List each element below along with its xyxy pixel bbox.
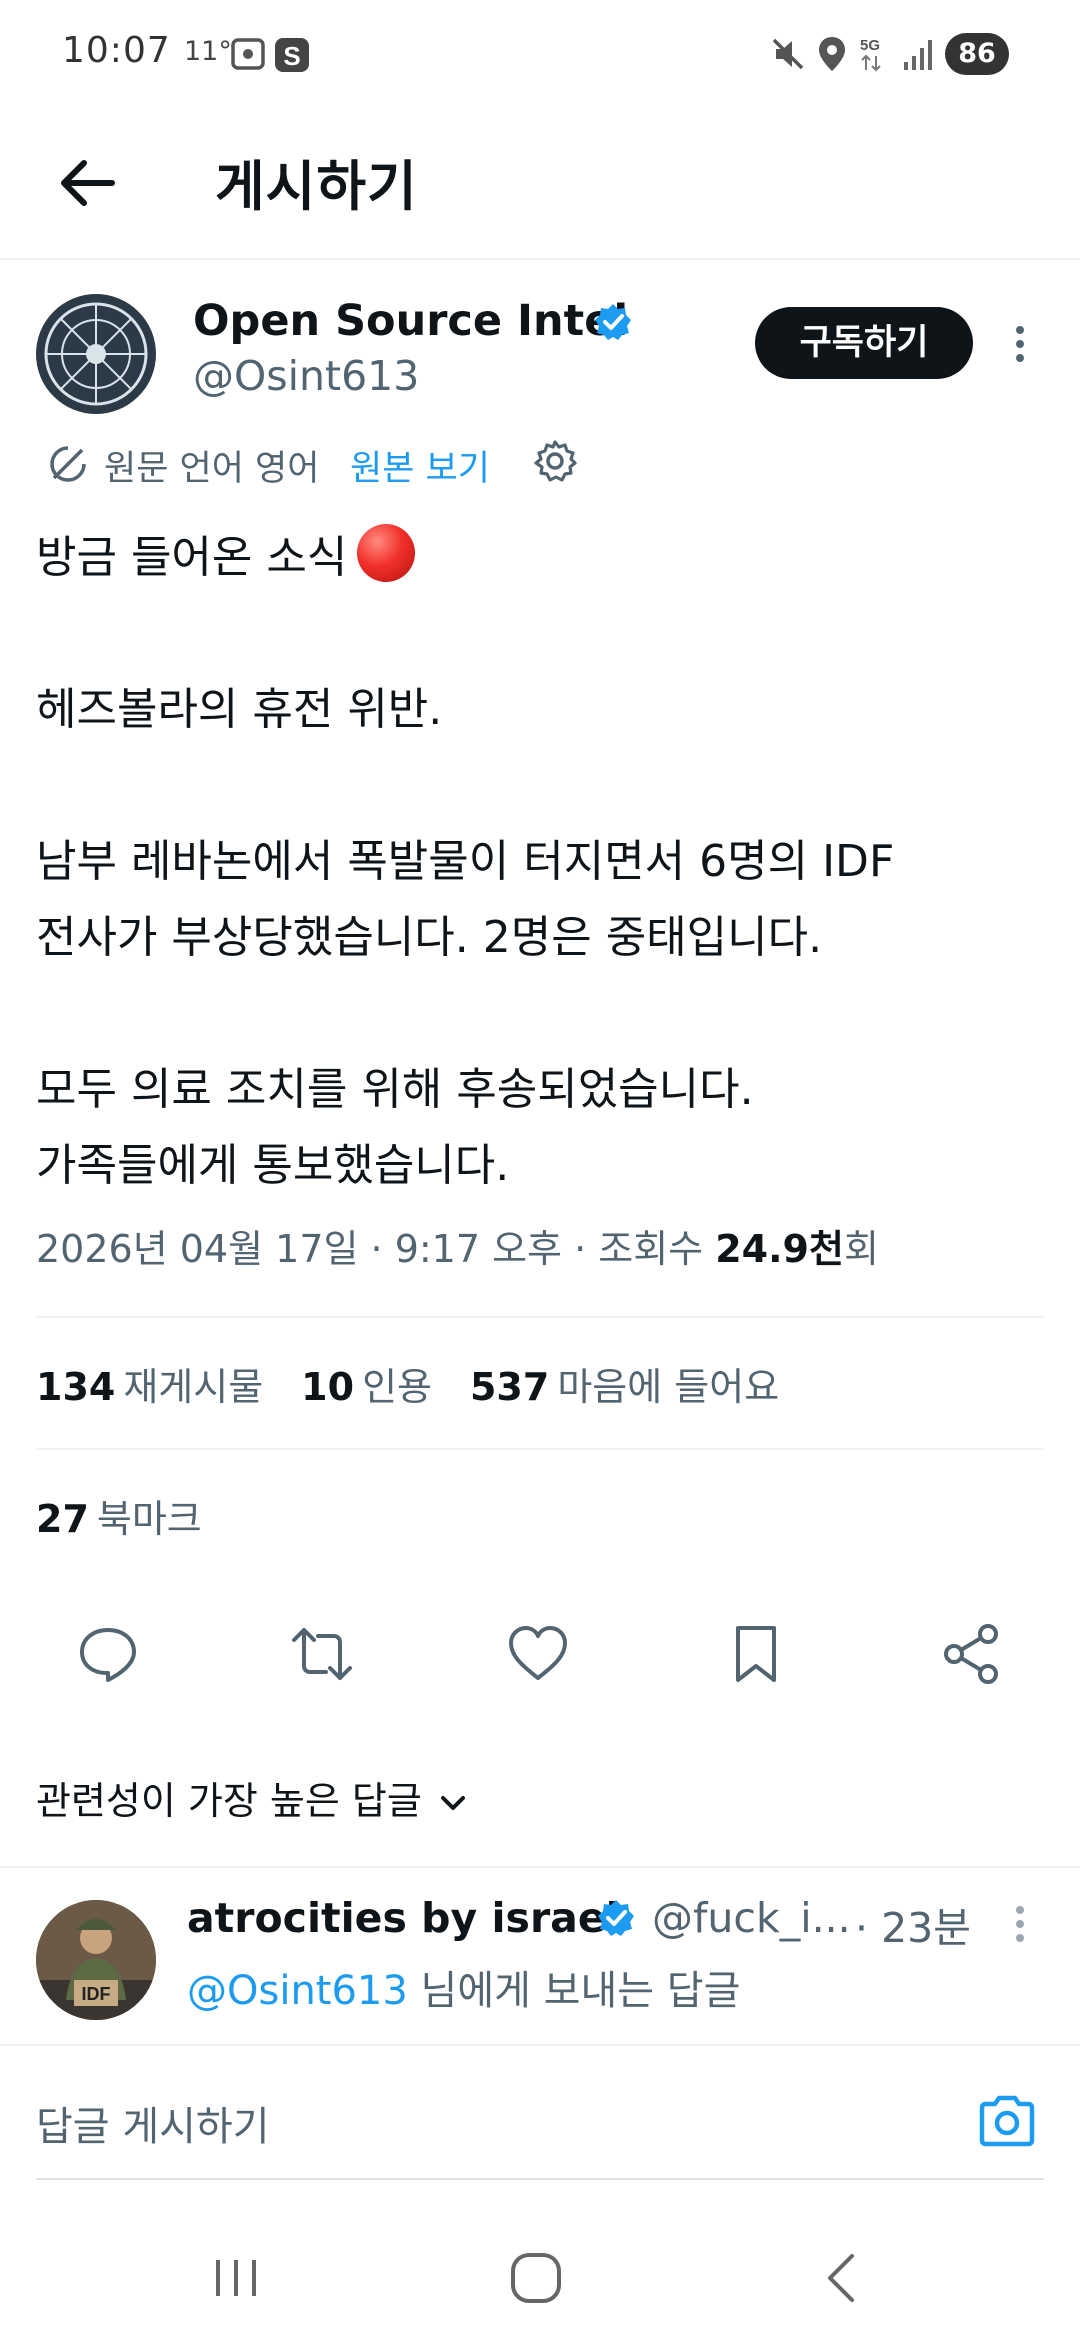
- post-paragraph-2: 헤즈볼라의 휴전 위반.: [36, 684, 443, 735]
- location-icon: [819, 37, 845, 71]
- like-icon[interactable]: [506, 1622, 570, 1686]
- bookmarks-label[interactable]: 북마크: [97, 1497, 202, 1541]
- reply-compose-field[interactable]: 답글 게시하기: [36, 2094, 270, 2152]
- reply-author-name[interactable]: atrocities by israel: [187, 1894, 620, 1942]
- likes-count[interactable]: 537: [470, 1365, 549, 1409]
- reply-icon[interactable]: [76, 1622, 140, 1686]
- home-icon[interactable]: [508, 2250, 564, 2306]
- system-navigation-bar: [0, 2210, 1080, 2340]
- divider: [0, 2044, 1080, 2046]
- replies-sort-label: 관련성이 가장 높은 답글: [36, 1779, 422, 1823]
- verified-badge-icon: [598, 1900, 634, 1936]
- bookmarks-count[interactable]: 27: [36, 1497, 89, 1541]
- camera-icon[interactable]: [976, 2090, 1038, 2152]
- show-original-link[interactable]: 원본 보기: [350, 440, 490, 491]
- likes-label[interactable]: 마음에 들어요: [557, 1365, 779, 1409]
- recent-apps-icon[interactable]: [208, 2250, 264, 2306]
- reply-author-avatar[interactable]: IDF: [36, 1900, 156, 2020]
- reposts-label[interactable]: 재게시물: [123, 1365, 263, 1409]
- status-bar: 10:07 11° S 5G 86: [0, 0, 1080, 110]
- quotes-label[interactable]: 인용: [362, 1365, 432, 1409]
- author-avatar[interactable]: [36, 294, 156, 414]
- verified-badge-icon: [595, 304, 631, 340]
- svg-text:S: S: [283, 41, 300, 71]
- post-meta: 2026년 04월 17일 · 9:17 오후 · 조회수 24.9천회: [36, 1218, 879, 1273]
- signal-icon: [904, 40, 932, 70]
- reply-timestamp: · 23분: [855, 1904, 971, 1952]
- quotes-count[interactable]: 10: [301, 1365, 354, 1409]
- top-app-bar: 게시하기: [0, 110, 1080, 260]
- 5g-icon: 5G: [860, 37, 881, 72]
- author-handle[interactable]: @Osint613: [193, 352, 419, 400]
- post-paragraph-3: 남부 레바논에서 폭발물이 터지면서 6명의 IDF 전사가 부상당했습니다. …: [36, 836, 895, 963]
- divider: [36, 1448, 1044, 1450]
- avatar-logo: [38, 296, 154, 412]
- share-icon[interactable]: [940, 1622, 1004, 1686]
- s-app-icon: S: [275, 38, 309, 72]
- bookmarks-stat: 27 북마크: [36, 1488, 240, 1543]
- reply-context: @Osint613 님에게 보내는 답글: [187, 1958, 740, 2016]
- post-views-count: 24.9천: [715, 1227, 844, 1271]
- reply-author-handle[interactable]: @fuck_i...: [652, 1894, 851, 1942]
- mute-icon: [772, 38, 804, 70]
- gear-icon[interactable]: [532, 438, 578, 484]
- replies-sort-dropdown[interactable]: 관련성이 가장 높은 답글: [36, 1770, 470, 1825]
- reply-context-suffix: 님에게 보내는 답글: [407, 1968, 741, 2014]
- screenshot-icon: [231, 38, 265, 70]
- source-language-label: 원문 언어 영어: [104, 449, 320, 489]
- more-options-icon[interactable]: [1000, 322, 1040, 366]
- divider: [0, 1866, 1080, 1868]
- post-views-suffix: 회: [843, 1227, 879, 1271]
- page-title: 게시하기: [215, 155, 418, 218]
- battery-indicator: 86: [945, 33, 1009, 75]
- back-arrow-icon[interactable]: [52, 148, 122, 218]
- post-line-breaking-text: 방금 들어온 소식: [36, 532, 348, 583]
- svg-text:IDF: IDF: [82, 1984, 111, 2004]
- reply-avatar-image: IDF: [36, 1900, 156, 2020]
- divider: [36, 1316, 1044, 1318]
- bookmark-icon[interactable]: [724, 1622, 788, 1686]
- chevron-down-icon: [440, 1796, 465, 1810]
- author-name[interactable]: Open Source Intel: [193, 296, 628, 346]
- mention-link[interactable]: @Osint613: [187, 1968, 408, 2014]
- post-text: 방금 들어온 소식 헤즈볼라의 휴전 위반. 남부 레바논에서 폭발물이 터지면…: [36, 520, 1046, 1204]
- engagement-stats: 134 재게시물 10 인용 537 마음에 들어요: [36, 1356, 817, 1411]
- post-paragraph-4: 모두 의료 조치를 위해 후송되었습니다. 가족들에게 통보했습니다.: [36, 1064, 754, 1191]
- svg-text:5G: 5G: [860, 37, 880, 54]
- red-circle-emoji: [357, 524, 416, 582]
- post-line-breaking: 방금 들어온 소식: [36, 520, 1046, 596]
- status-time: 10:07: [62, 30, 171, 71]
- subscribe-button[interactable]: 구독하기: [755, 307, 973, 379]
- status-temperature: 11°: [184, 36, 232, 67]
- post-datetime: 2026년 04월 17일 · 9:17 오후 · 조회수: [36, 1227, 716, 1271]
- compose-underline: [36, 2178, 1044, 2180]
- reposts-count[interactable]: 134: [36, 1365, 115, 1409]
- more-options-icon[interactable]: [1000, 1902, 1040, 1946]
- translate-icon: [50, 446, 86, 482]
- repost-icon[interactable]: [290, 1622, 354, 1686]
- system-back-icon[interactable]: [814, 2250, 870, 2306]
